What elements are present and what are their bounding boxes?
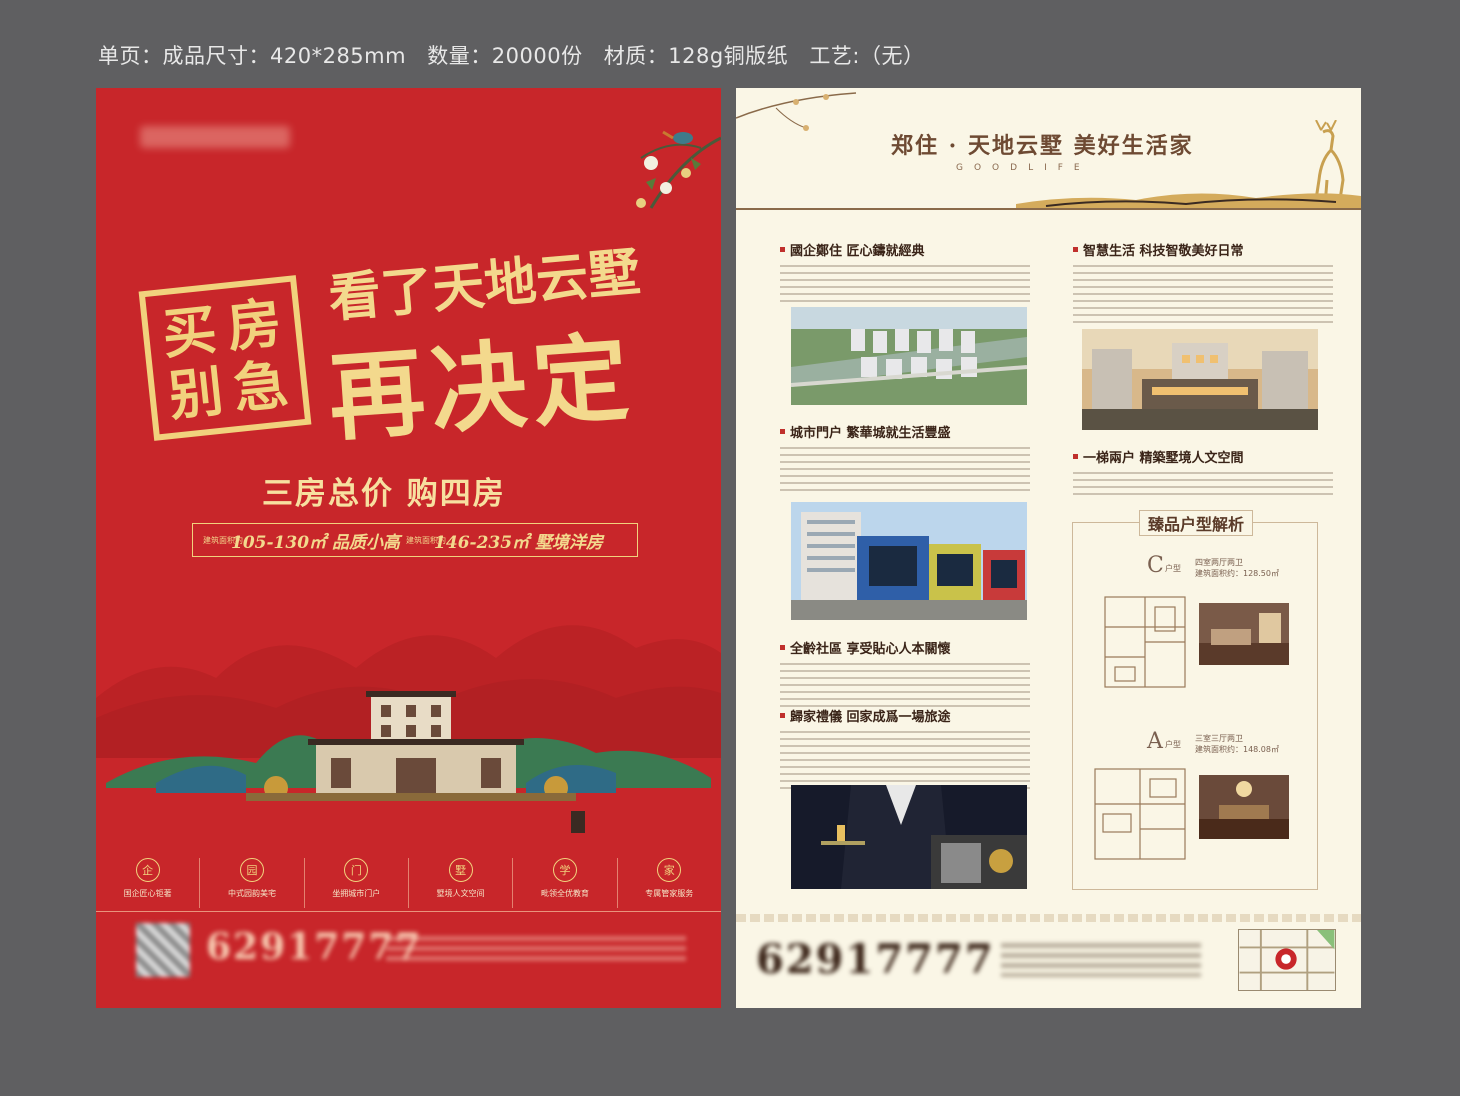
gold-wave-decoration [1016,193,1361,208]
feature-item: 园中式园韵美宅 [200,858,305,908]
section-smart-living: 智慧生活 科技智敬美好日常 [1073,240,1333,327]
plan-a-rooms: 三室三厅两卫 [1195,734,1243,743]
feature-item: 家专属管家服务 [618,858,721,908]
spec-material: 材质：128g铜版纸 [603,44,789,68]
villa-dusk-photo [1082,329,1318,430]
product-type-1: 品质小高 [332,532,401,553]
plan-c-letter: C [1147,553,1164,578]
section-body-text [1073,472,1333,498]
section-body-text [780,447,1030,495]
stamp-char: 别 [165,358,227,428]
plan-c-rooms: 四室两厅两卫 [1195,558,1243,567]
feature-item: 学毗领全优教育 [513,858,618,908]
stamp-char: 急 [230,351,291,422]
spec-qty: 数量：20000份 [427,44,583,68]
stamp-char: 房 [223,290,285,360]
plan-c-area: 建筑面积约：128.50㎡ [1195,569,1279,578]
plan-c-suffix: 户型 [1165,564,1181,573]
address-text-blurred [1001,943,1201,977]
villa-icon: 墅 [448,858,473,882]
headline-line2: 再决定 [324,320,639,455]
area-label: 建筑面积约 [406,535,447,545]
area-range-1: 105-130㎡ [231,532,327,553]
feature-item: 企国企匠心钜著 [96,858,201,908]
hotline-number: 62917777 [756,936,995,983]
section-title: 一梯兩户 精築墅境人文空間 [1073,447,1333,466]
section-all-age-community: 全齡社區 享受貼心人本關懷 [780,638,1030,707]
section-body-text [780,265,1030,305]
feature-icons-row: 企国企匠心钜著 园中式园韵美宅 门坐拥城市门户 墅墅境人文空间 学毗领全优教育 … [96,858,721,908]
section-body-text [780,731,1030,791]
plan-a-letter: A [1147,729,1163,754]
section-homecoming: 歸家禮儀 回家成爲一場旅途 [780,706,1030,791]
villa-building-illustration [106,691,711,833]
garden-icon: 园 [239,858,264,882]
plan-a-details: 三室三厅两卫 建筑面积约：148.08㎡ [1195,733,1279,755]
feature-label: 中式园韵美宅 [227,889,276,898]
feature-item: 门坐拥城市门户 [305,858,409,908]
location-map [1238,929,1336,991]
education-icon: 学 [552,858,577,882]
plan-c-details: 四室两厅两卫 建筑面积约：128.50㎡ [1195,557,1279,579]
section-title: 國企鄭住 匠心鑄就經典 [780,240,1030,259]
spec-craft: 工艺:（无） [809,44,925,68]
product-type-2: 墅境洋房 [535,532,604,553]
back-page-subtitle: GOODLIFE [956,163,1091,173]
header-divider [736,208,1361,210]
area-label: 建筑面积约 [203,535,243,545]
section-body-text [1073,265,1333,327]
floorplan-panel: 臻品户型解析 C 户型 四室两厅两卫 建筑面积约：128.50㎡ A 户型 三室… [1072,510,1318,890]
area-range-2: 146-235㎡ [434,532,530,553]
plan-a-suffix: 户型 [1165,740,1181,749]
section-title: 城市門户 繁華城就生活豐盛 [780,422,1030,441]
buy-house-stamp: 买 房 别 急 [138,275,312,441]
front-page: 买 房 别 急 看了天地云墅 再决定 三房总价 购四房 建筑面积约 105-13… [96,88,721,1008]
qr-code-icon [136,923,190,977]
branch-icon [736,92,857,131]
interior-c-photo [1199,603,1289,665]
section-one-elevator-two-units: 一梯兩户 精築墅境人文空間 [1073,447,1333,498]
plan-a-area: 建筑面积约：148.08㎡ [1195,745,1279,754]
product-spec-box: 建筑面积约 105-130㎡ 品质小高 建筑面积约 146-235㎡ 墅境洋房 [192,523,638,557]
section-title: 智慧生活 科技智敬美好日常 [1073,240,1333,259]
footer-pattern [736,914,1361,922]
feature-label: 毗领全优教育 [540,889,589,898]
developer-logo [140,126,290,148]
section-state-enterprise: 國企鄭住 匠心鑄就經典 [780,240,1030,305]
stamp-char: 买 [159,296,220,367]
section-body-text [780,663,1030,707]
back-page: 郑住 · 天地云墅 美好生活家 GOODLIFE 國企鄭住 匠心鑄就經典 城市門… [736,88,1361,1008]
feature-label: 坐拥城市门户 [332,889,381,898]
floorplan-a-drawing [1094,768,1186,860]
feature-item: 墅墅境人文空间 [409,858,514,908]
interior-a-photo [1199,775,1289,839]
section-title: 歸家禮儀 回家成爲一場旅途 [780,706,1030,725]
spec-page: 单页：成品尺寸：420*285mm [98,44,407,68]
floorplan-title: 臻品户型解析 [1139,510,1254,536]
feature-label: 专属管家服务 [645,889,694,898]
butler-icon: 家 [657,858,682,882]
subheadline: 三房总价 购四房 [262,476,506,512]
butler-service-photo [791,785,1027,889]
floorplan-c-drawing [1104,596,1186,688]
print-spec: 单页：成品尺寸：420*285mm 数量：20000份 材质：128g铜版纸 工… [98,40,938,70]
section-city-gateway: 城市門户 繁華城就生活豐盛 [780,422,1030,495]
footer-divider [96,911,721,912]
back-page-title: 郑住 · 天地云墅 美好生活家 [891,133,1194,159]
badge-icon: 企 [135,858,160,882]
section-title: 全齡社區 享受貼心人本關懷 [780,638,1030,657]
feature-label: 国企匠心钜著 [123,889,172,898]
bird-branch-icon [636,130,721,209]
aerial-view-photo [791,307,1027,405]
school-building-photo [791,502,1027,620]
gate-icon: 门 [344,858,369,882]
address-text-blurred [386,936,686,964]
feature-label: 墅境人文空间 [436,889,485,898]
